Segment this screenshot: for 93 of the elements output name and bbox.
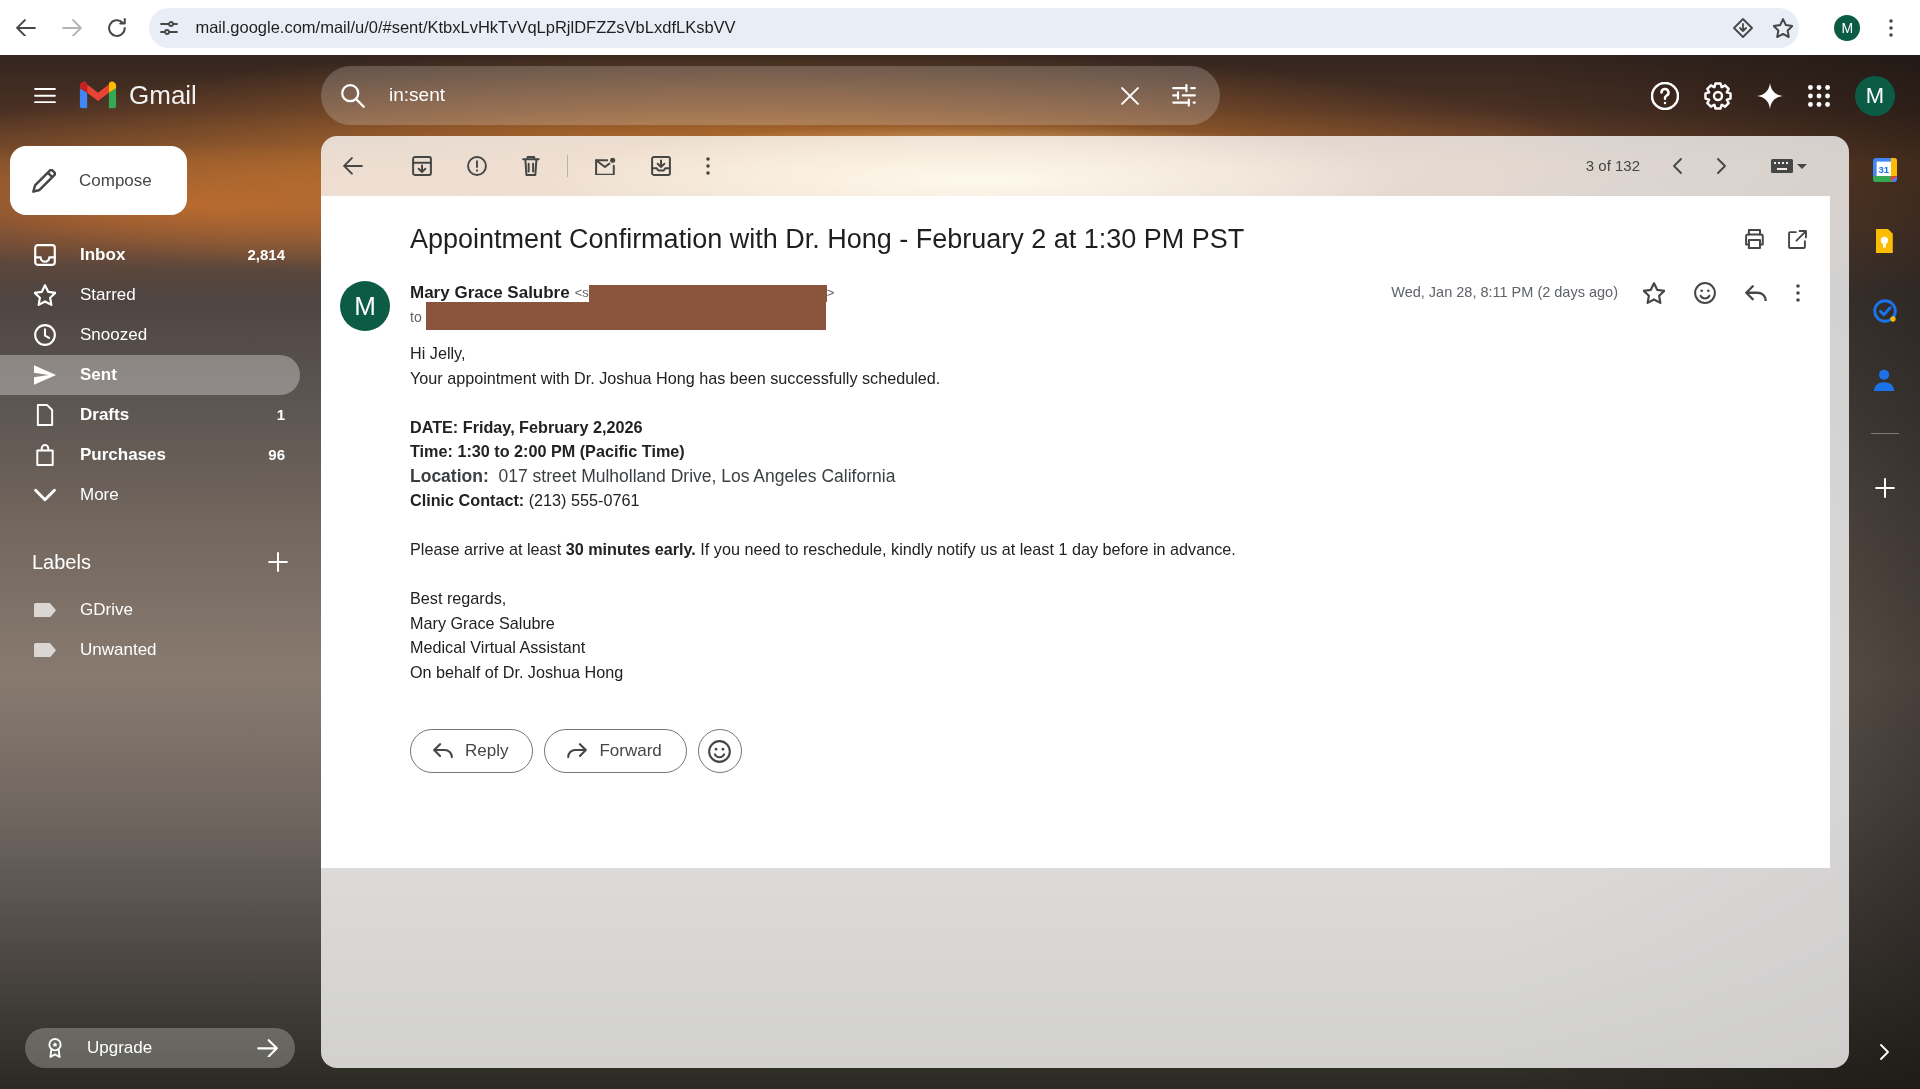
inbox-icon	[34, 244, 56, 266]
section-heading: Labels	[32, 550, 91, 575]
document-icon	[34, 404, 56, 426]
address-bar[interactable]: mail.google.com/mail/u/0/#sent/KtbxLvHkTvVqLpRjlDFZZsVbLxdfLKsbVV	[149, 7, 1800, 48]
caret-icon[interactable]	[1797, 163, 1807, 169]
alert-icon[interactable]	[467, 156, 487, 176]
person-icon[interactable]	[1874, 369, 1895, 391]
email-text-line: Hi Jelly,	[410, 343, 467, 364]
site-settings-icon[interactable]	[160, 20, 179, 35]
pencil-icon	[32, 168, 56, 193]
sender-name: Mary Grace Salubre	[410, 282, 570, 305]
diamond-icon[interactable]	[1733, 17, 1754, 38]
email-text-line: Location: 017 street Mulholland Drive, Los Angeles California	[410, 464, 897, 488]
email-text-line: Clinic Contact: (213) 555-0761	[410, 490, 641, 511]
filter-options-icon[interactable]	[1172, 84, 1196, 107]
apps-grid-icon[interactable]	[1808, 84, 1830, 107]
plus-icon[interactable]	[268, 552, 288, 572]
email-text-line: Medical Virtual Assistant	[410, 637, 587, 658]
sidebar-item[interactable]: Starred	[0, 275, 300, 315]
archive-icon[interactable]	[412, 156, 432, 176]
print-icon[interactable]	[1745, 229, 1764, 249]
unread-count: 1	[276, 404, 285, 425]
reply-icon[interactable]	[1745, 284, 1767, 302]
sidebar-item[interactable]: Snoozed	[0, 315, 300, 355]
note-bulb-icon[interactable]	[1876, 229, 1893, 253]
recipient-label: to	[410, 307, 422, 327]
star-icon[interactable]	[1643, 282, 1665, 304]
pagination-text: 3 of 132	[1585, 155, 1640, 176]
sparkle-icon[interactable]	[1757, 82, 1783, 109]
more-icon[interactable]	[705, 157, 710, 175]
email-text-line: Best regards,	[410, 588, 508, 609]
sidebar-item[interactable]: Drafts 1	[0, 395, 300, 435]
profile-avatar[interactable]: M	[1834, 14, 1861, 41]
back-arrow-icon[interactable]	[343, 157, 363, 175]
keyboard-icon[interactable]	[1771, 159, 1793, 173]
upgrade-button[interactable]: Upgrade	[25, 1028, 295, 1068]
label-item[interactable]: Unwanted	[0, 630, 300, 670]
check-circle-icon[interactable]	[1872, 299, 1897, 323]
email-text-line: Your appointment with Dr. Joshua Hong has been successfully scheduled.	[410, 367, 942, 389]
email-text-line: Time: 1:30 to 2:00 PM (Pacific Time)	[410, 441, 686, 462]
help-icon[interactable]	[1651, 81, 1679, 110]
more-icon[interactable]	[1796, 284, 1800, 302]
reaction-button[interactable]	[697, 729, 742, 773]
shopping-bag-icon	[34, 444, 56, 466]
search-field[interactable]: in:sent	[321, 66, 1220, 125]
account-avatar[interactable]: M	[1855, 75, 1895, 116]
label-item[interactable]: GDrive	[0, 590, 300, 630]
back-arrow-icon[interactable]	[16, 18, 36, 37]
chevron-right-icon[interactable]	[1717, 158, 1726, 174]
label-icon	[34, 642, 56, 658]
m-logo-icon[interactable]	[79, 81, 117, 110]
smiley-icon[interactable]	[1694, 282, 1716, 304]
envelope-icon[interactable]	[594, 156, 616, 176]
unread-count: 2,814	[247, 244, 285, 265]
close-icon[interactable]	[1121, 86, 1139, 105]
sender-email: <s	[574, 284, 589, 303]
sidebar-item[interactable]: More	[0, 475, 300, 515]
email-subject: Appointment Confirmation with Dr. Hong - February 2 at 1:30 PM PST	[410, 223, 1246, 256]
external-link-icon[interactable]	[1788, 229, 1807, 249]
compose-button[interactable]: Compose	[10, 146, 187, 215]
more-icon[interactable]	[1889, 18, 1894, 37]
reply-icon	[433, 743, 453, 759]
reload-icon[interactable]	[108, 18, 127, 37]
clock-icon	[34, 324, 56, 346]
smiley-icon	[708, 739, 732, 763]
search-input[interactable]: in:sent	[389, 81, 1121, 110]
plus-icon[interactable]	[1874, 478, 1895, 498]
reply-button[interactable]: Reply	[410, 729, 534, 773]
forward-icon	[567, 743, 588, 759]
chevron-left-icon[interactable]	[1673, 158, 1682, 174]
star-icon[interactable]	[1773, 17, 1794, 38]
trash-icon[interactable]	[522, 156, 540, 176]
star-icon	[34, 284, 56, 306]
award-icon	[45, 1038, 65, 1058]
menu-icon[interactable]	[34, 87, 56, 104]
sender-avatar: M	[340, 281, 390, 331]
search-icon[interactable]	[341, 83, 365, 108]
sidebar-item[interactable]: Purchases 96	[0, 435, 300, 475]
send-icon	[34, 364, 56, 386]
email-text-line: DATE: Friday, February 2,2026	[410, 416, 644, 438]
email-text-line: Please arrive at least 30 minutes early. If you need to reschedule, kindly notify us at least 1 day before in advance.	[410, 539, 1237, 560]
settings-icon[interactable]	[1704, 81, 1732, 110]
unread-count: 96	[268, 444, 285, 465]
email-text-line: On behalf of Dr. Joshua Hong	[410, 661, 625, 683]
app-title: Gmail	[129, 79, 197, 112]
calendar-icon[interactable]: 31	[1872, 158, 1897, 182]
sidebar-item[interactable]: Inbox 2,814	[0, 235, 300, 275]
label-icon	[34, 602, 56, 618]
message-date: Wed, Jan 28, 8:11 PM (2 days ago)	[1391, 283, 1618, 303]
email-text-line: Mary Grace Salubre	[410, 612, 556, 634]
forward-button[interactable]: Forward	[544, 729, 687, 773]
sender-email: >	[826, 284, 835, 303]
arrow-right-icon	[257, 1038, 278, 1058]
